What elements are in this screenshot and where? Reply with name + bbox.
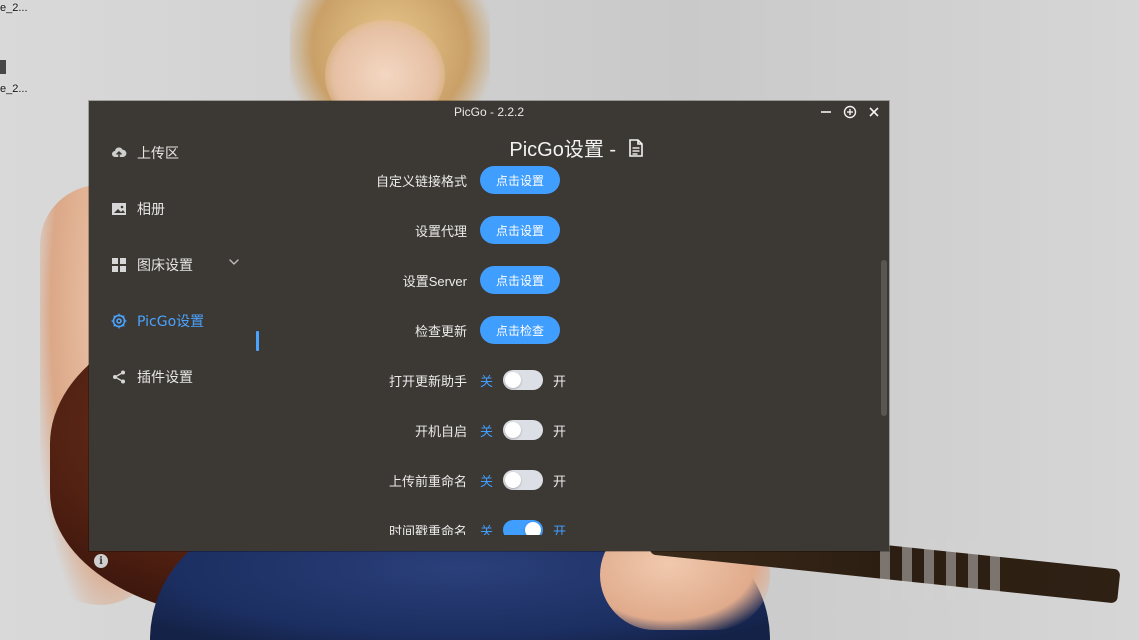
image-icon: [111, 201, 127, 217]
sidebar-item-plugins[interactable]: 插件设置: [111, 366, 193, 388]
switch-off-label: 关: [480, 374, 494, 390]
setting-row-update-helper: 打开更新助手 关 开: [264, 365, 824, 395]
sidebar-item-picgo-settings[interactable]: PicGo设置: [111, 310, 204, 332]
switch-off-label: 关: [480, 424, 494, 440]
sidebar-item-label: 相册: [137, 202, 165, 218]
timestamp-rename-toggle[interactable]: [503, 520, 544, 535]
timestamp-rename-switch-group: 关 开: [480, 519, 567, 540]
chevron-down-icon[interactable]: [228, 256, 240, 271]
rename-before-upload-switch-group: 关 开: [480, 469, 566, 491]
title-bar[interactable]: PicGo - 2.2.2: [89, 101, 889, 123]
setting-label: 自定义链接格式: [375, 174, 467, 189]
page-title-text: PicGo设置 -: [509, 139, 617, 161]
picgo-window: PicGo - 2.2.2 上传区 相册 图床设置 PicGo设置 插件设置 i…: [89, 101, 889, 568]
toggle-knob: [505, 422, 522, 438]
window-title: PicGo - 2.2.2: [453, 105, 525, 119]
setting-row-custom-link-format: 自定义链接格式 点击设置: [264, 165, 824, 195]
auto-start-switch-group: 关 开: [480, 419, 566, 441]
desktop-icon[interactable]: [0, 60, 6, 74]
close-icon[interactable]: [865, 103, 883, 121]
info-icon[interactable]: i: [94, 554, 108, 568]
switch-on-label: 开: [553, 374, 567, 390]
setting-label: 开机自启: [414, 424, 467, 439]
toggle-knob: [505, 472, 522, 488]
desktop-icon-label[interactable]: e_2...: [0, 2, 28, 14]
page-title: PicGo设置 -: [264, 133, 889, 163]
desktop-icon-label[interactable]: e_2...: [0, 83, 28, 95]
sidebar-item-label: 图床设置: [137, 258, 193, 274]
setting-row-check-update: 检查更新 点击检查: [264, 315, 824, 345]
setting-label: 设置Server: [402, 274, 467, 289]
setting-label: 设置代理: [414, 224, 467, 239]
custom-link-format-button[interactable]: 点击设置: [480, 166, 560, 194]
scrollbar-thumb[interactable]: [881, 260, 887, 416]
sidebar-item-upload[interactable]: 上传区: [111, 142, 179, 164]
proxy-settings-button[interactable]: 点击设置: [480, 216, 560, 244]
switch-off-label: 关: [480, 524, 494, 540]
setting-label: 上传前重命名: [388, 474, 467, 489]
active-nav-indicator: [256, 331, 259, 351]
setting-row-auto-start: 开机自启 关 开: [264, 415, 824, 445]
switch-on-label: 开: [553, 474, 567, 490]
toggle-knob: [525, 522, 542, 535]
main-content: PicGo设置 - 自定义链接格式 点击设置 设置代理 点击设置 设置Serve…: [264, 123, 889, 551]
upload-cloud-icon: [111, 145, 127, 161]
switch-off-label: 关: [480, 474, 494, 490]
switch-on-label: 开: [553, 524, 567, 540]
sidebar-item-label: 插件设置: [137, 370, 193, 386]
setting-label: 打开更新助手: [388, 374, 467, 389]
wallpaper-guitar-pegs: [880, 540, 1000, 600]
plus-circle-icon[interactable]: [841, 103, 859, 121]
setting-row-rename-before-upload: 上传前重命名 关 开: [264, 465, 824, 495]
setting-row-proxy: 设置代理 点击设置: [264, 215, 824, 245]
check-update-button[interactable]: 点击检查: [480, 316, 560, 344]
share-icon: [111, 369, 127, 385]
document-icon[interactable]: [628, 138, 644, 163]
window-controls: [817, 103, 883, 121]
setting-label: 检查更新: [414, 324, 467, 339]
gear-icon: [111, 313, 127, 329]
toggle-knob: [505, 372, 522, 388]
rename-before-upload-toggle[interactable]: [503, 470, 544, 490]
setting-row-server: 设置Server 点击设置: [264, 265, 824, 295]
auto-start-toggle[interactable]: [503, 420, 544, 440]
sidebar-item-picbed[interactable]: 图床设置: [111, 254, 239, 276]
sidebar: 上传区 相册 图床设置 PicGo设置 插件设置 i: [89, 123, 264, 568]
setting-row-timestamp-rename: 时间戳重命名 关 开: [264, 515, 824, 540]
minimize-icon[interactable]: [817, 103, 835, 121]
update-helper-toggle[interactable]: [503, 370, 544, 390]
content-scrollbar[interactable]: [879, 123, 889, 551]
sidebar-item-label: PicGo设置: [137, 314, 205, 330]
sidebar-item-label: 上传区: [137, 146, 179, 162]
setting-label: 时间戳重命名: [388, 524, 467, 539]
switch-on-label: 开: [553, 424, 567, 440]
update-helper-switch-group: 关 开: [480, 369, 566, 391]
server-settings-button[interactable]: 点击设置: [480, 266, 560, 294]
grid-icon: [111, 257, 127, 273]
sidebar-item-gallery[interactable]: 相册: [111, 198, 165, 220]
